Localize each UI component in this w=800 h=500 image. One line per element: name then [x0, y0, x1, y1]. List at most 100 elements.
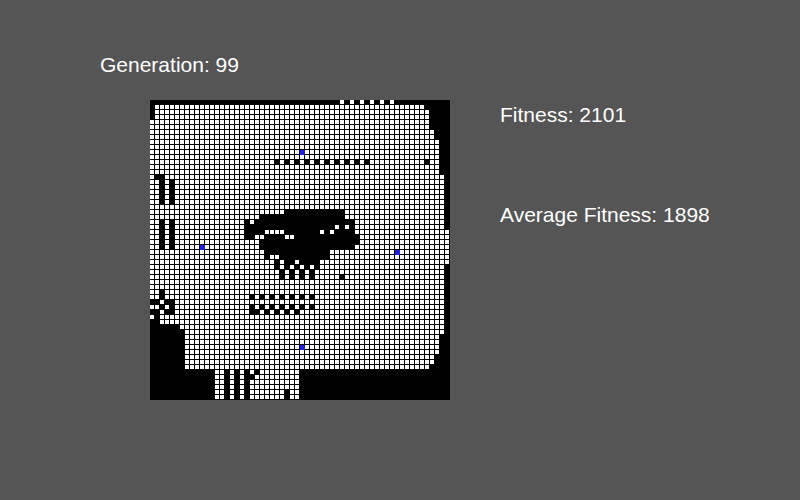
grid-cell [430, 215, 434, 219]
grid-cell [250, 280, 254, 284]
grid-cell [200, 200, 204, 204]
grid-cell [435, 260, 439, 264]
grid-cell [245, 130, 249, 134]
grid-cell [175, 205, 179, 209]
grid-cell [380, 265, 384, 269]
grid-cell [370, 250, 374, 254]
grid-cell [435, 145, 439, 149]
grid-cell [215, 115, 219, 119]
grid-cell [420, 195, 424, 199]
grid-cell [385, 185, 389, 189]
grid-cell [355, 285, 359, 289]
grid-cell [285, 185, 289, 189]
grid-cell [150, 260, 154, 264]
grid-cell [250, 155, 254, 159]
grid-cell [150, 120, 154, 124]
grid-cell [395, 215, 399, 219]
grid-cell [315, 170, 319, 174]
grid-cell [400, 255, 404, 259]
grid-cell [395, 195, 399, 199]
grid-cell [280, 105, 284, 109]
grid-cell [240, 245, 244, 249]
grid-cell [300, 105, 304, 109]
grid-cell [155, 185, 159, 189]
grid-cell [225, 200, 229, 204]
grid-cell [305, 190, 309, 194]
grid-cell [405, 105, 409, 109]
grid-cell [260, 135, 264, 139]
grid-cell [295, 145, 299, 149]
grid-cell [215, 190, 219, 194]
grid-cell [310, 150, 314, 154]
grid-cell [400, 210, 404, 214]
grid-cell [230, 200, 234, 204]
grid-cell [405, 190, 409, 194]
grid-cell [375, 195, 379, 199]
grid-cell [205, 190, 209, 194]
grid-cell [215, 175, 219, 179]
grid-cell [425, 165, 429, 169]
grid-cell [395, 170, 399, 174]
grid-cell [240, 175, 244, 179]
grid-cell [255, 115, 259, 119]
grid-cell [335, 290, 339, 294]
grid-cell [335, 170, 339, 174]
grid-cell [295, 170, 299, 174]
grid-cell [180, 195, 184, 199]
grid-cell [415, 180, 419, 184]
grid-cell [350, 120, 354, 124]
grid-cell [185, 280, 189, 284]
grid-cell [160, 265, 164, 269]
grid-cell [200, 290, 204, 294]
grid-cell [320, 275, 324, 279]
grid-cell [250, 130, 254, 134]
grid-cell [300, 175, 304, 179]
grid-cell [290, 145, 294, 149]
grid-cell [155, 255, 159, 259]
grid-cell [230, 105, 234, 109]
grid-cell [205, 145, 209, 149]
grid-cell [260, 235, 264, 239]
grid-cell [255, 265, 259, 269]
grid-cell [360, 180, 364, 184]
grid-cell [425, 140, 429, 144]
grid-cell [355, 190, 359, 194]
grid-cell [345, 185, 349, 189]
grid-cell [320, 260, 324, 264]
grid-cell [330, 175, 334, 179]
grid-cell [370, 230, 374, 234]
grid-cell [280, 155, 284, 159]
grid-cell [220, 205, 224, 209]
grid-cell [435, 185, 439, 189]
grid-cell [235, 105, 239, 109]
grid-cell [230, 190, 234, 194]
grid-cell [265, 230, 269, 234]
grid-cell [190, 135, 194, 139]
grid-cell [375, 135, 379, 139]
grid-cell [235, 160, 239, 164]
grid-cell [435, 150, 439, 154]
grid-cell [290, 195, 294, 199]
grid-cell [420, 115, 424, 119]
grid-cell [390, 225, 394, 229]
grid-cell [235, 210, 239, 214]
grid-cell [190, 215, 194, 219]
grid-cell [345, 265, 349, 269]
grid-cell [350, 185, 354, 189]
grid-cell [280, 260, 284, 264]
grid-cell [185, 145, 189, 149]
grid-cell [330, 285, 334, 289]
grid-cell [380, 105, 384, 109]
grid-cell [215, 235, 219, 239]
grid-cell [360, 265, 364, 269]
grid-cell [210, 260, 214, 264]
grid-cell [180, 115, 184, 119]
grid-cell [260, 195, 264, 199]
grid-cell [385, 110, 389, 114]
grid-cell [320, 145, 324, 149]
grid-cell [360, 215, 364, 219]
grid-cell [360, 150, 364, 154]
grid-cell [300, 170, 304, 174]
grid-cell [265, 165, 269, 169]
grid-cell [165, 215, 169, 219]
